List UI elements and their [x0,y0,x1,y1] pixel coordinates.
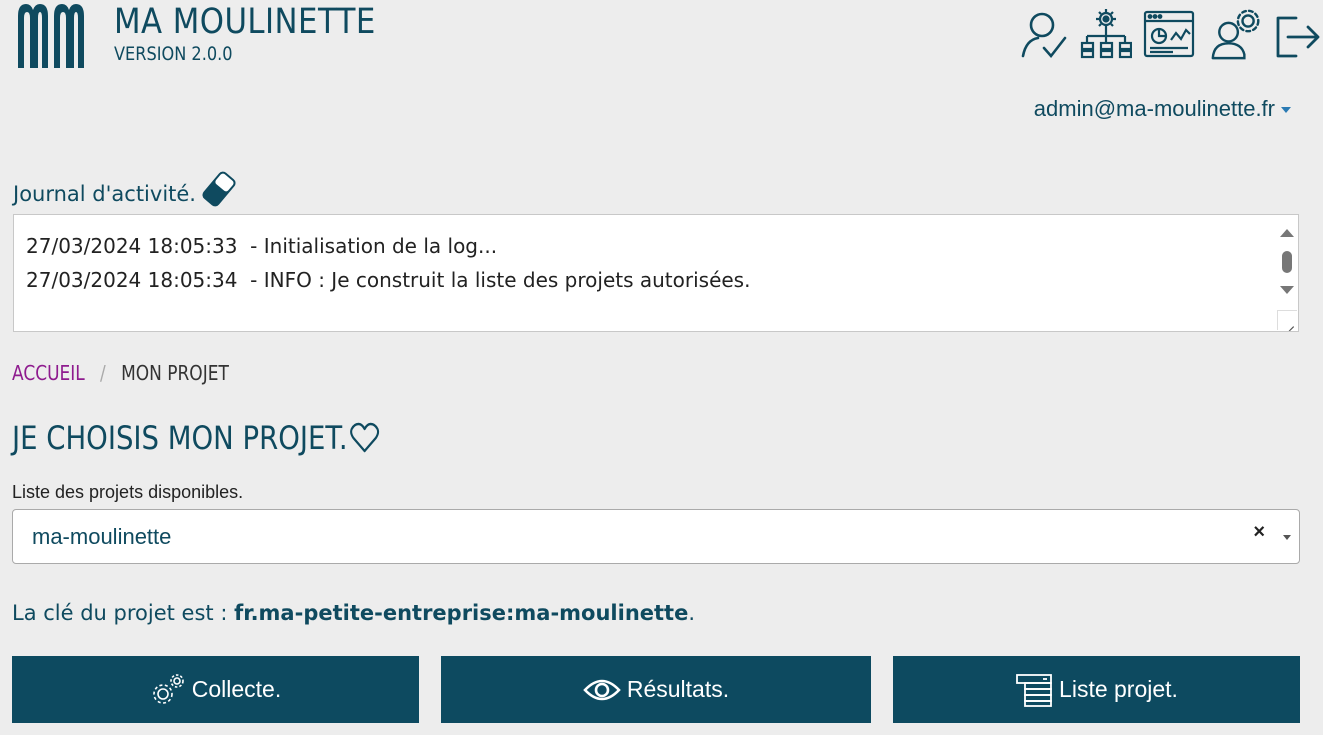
collecte-button-label: Collecte. [191,676,282,702]
resultats-button[interactable]: Résultats. [441,656,871,723]
gears-icon [152,673,184,704]
page-title: JE CHOISIS MON PROJET. [12,419,380,457]
scroll-down-arrow-icon[interactable] [1280,286,1294,294]
activity-log-textarea[interactable]: 27/03/2024 18:05:33 - Initialisation de … [13,214,1299,332]
hierarchy-settings-icon[interactable] [1080,6,1133,62]
app-logo [18,4,84,68]
resize-handle-icon[interactable] [1277,310,1297,330]
project-key-suffix: . [688,601,696,625]
user-settings-icon[interactable] [1210,6,1262,62]
chevron-down-icon[interactable] [1283,535,1291,540]
eye-icon [583,679,621,700]
user-email: admin@ma-moulinette.fr [1033,96,1275,121]
breadcrumb: ACCUEIL / MON PROJET [12,361,229,385]
project-select-label: Liste des projets disponibles. [12,482,244,502]
scroll-thumb[interactable] [1282,251,1292,273]
liste-projet-button[interactable]: Liste projet. [893,656,1300,723]
scroll-up-arrow-icon[interactable] [1280,229,1294,237]
log-title: Journal d'activité. [13,171,236,208]
app-title: MA MOULINETTE [114,2,376,42]
collecte-button[interactable]: Collecte. [12,656,419,723]
clear-selection-icon[interactable]: × [1253,521,1265,544]
resultats-button-label: Résultats. [626,676,730,702]
user-check-icon[interactable] [1018,8,1070,64]
breadcrumb-current: MON PROJET [121,361,229,385]
logout-icon[interactable] [1272,8,1323,64]
liste-projet-button-label: Liste projet. [1059,676,1178,702]
log-line: 27/03/2024 18:05:34 - INFO : Je construi… [26,268,751,292]
heart-icon [350,422,380,453]
user-menu-dropdown[interactable]: admin@ma-moulinette.fr [1034,96,1291,122]
app-version: VERSION 2.0.0 [114,43,233,65]
breadcrumb-separator: / [100,361,106,385]
project-select[interactable]: ma-moulinette × [12,509,1300,564]
breadcrumb-home-link[interactable]: ACCUEIL [12,361,85,385]
dashboard-window-icon[interactable] [1143,6,1195,62]
eraser-icon[interactable] [202,170,236,208]
list-server-icon [1016,673,1052,707]
page-title-text: JE CHOISIS MON PROJET. [12,419,348,457]
project-key-value: fr.ma-petite-entreprise:ma-moulinette [234,601,689,625]
chevron-down-icon [1281,107,1291,113]
log-title-text: Journal d'activité. [13,182,196,206]
log-line: 27/03/2024 18:05:33 - Initialisation de … [26,234,498,258]
project-key-text: La clé du projet est : fr.ma-petite-entr… [12,601,695,625]
project-select-value: ma-moulinette [32,524,172,549]
project-key-prefix: La clé du projet est : [12,601,235,625]
